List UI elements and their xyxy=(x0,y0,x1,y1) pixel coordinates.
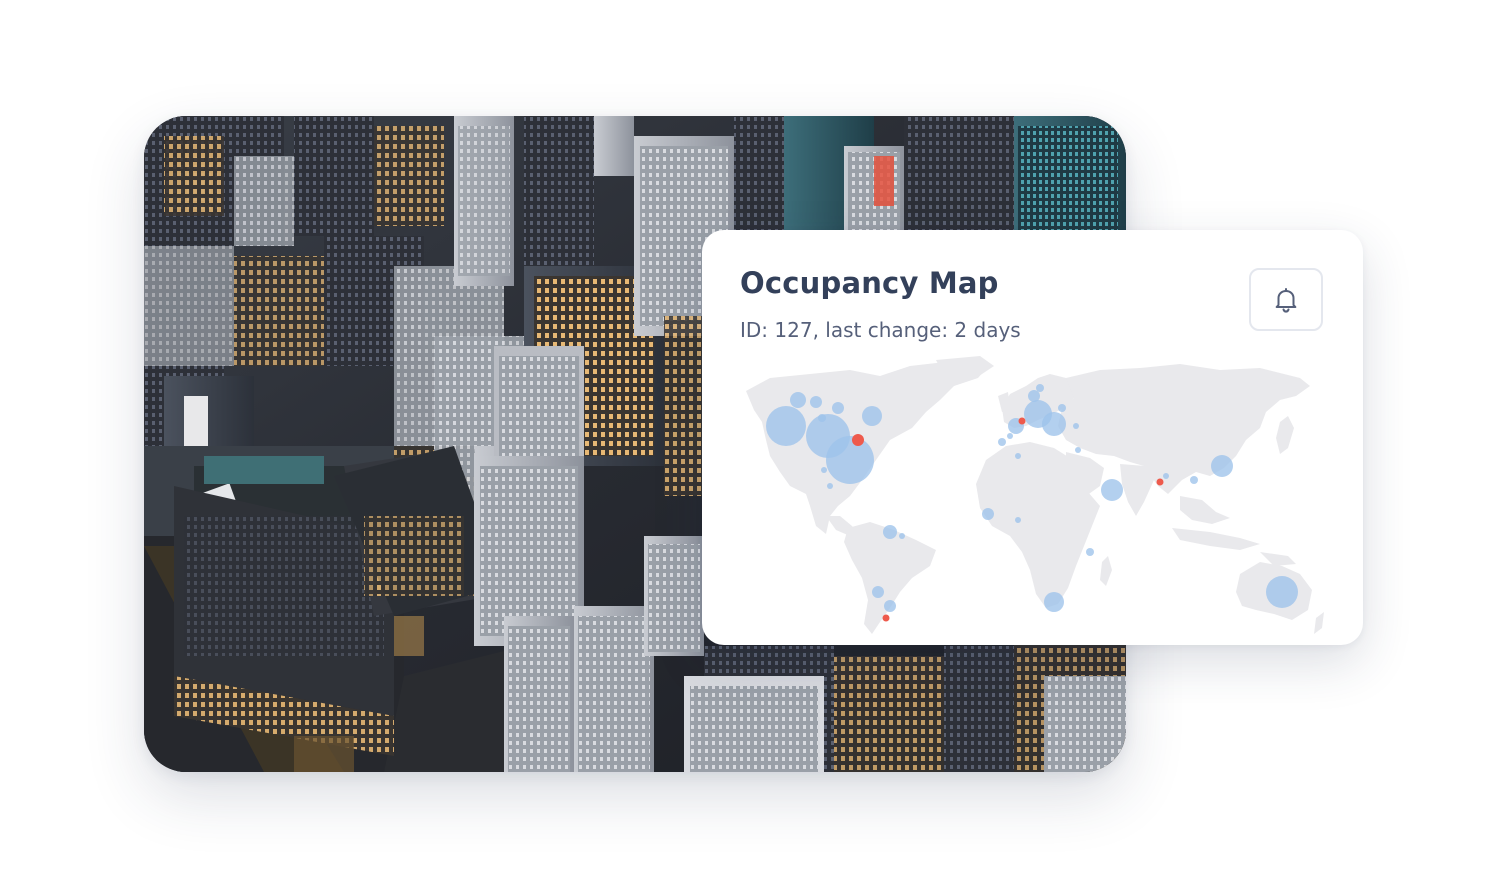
card-subtitle: ID: 127, last change: 2 days xyxy=(740,318,1021,342)
marker[interactable] xyxy=(1266,576,1298,608)
notification-button[interactable] xyxy=(1249,268,1323,331)
marker[interactable] xyxy=(818,414,826,422)
bell-icon xyxy=(1275,287,1297,313)
marker[interactable] xyxy=(1163,473,1169,479)
stage: Occupancy Map ID: 127, last change: 2 da… xyxy=(0,0,1508,888)
landmass-japan xyxy=(1276,416,1294,454)
marker[interactable] xyxy=(1007,433,1013,439)
marker[interactable] xyxy=(884,600,896,612)
marker[interactable] xyxy=(1075,447,1081,453)
marker[interactable] xyxy=(821,467,827,473)
world-map xyxy=(746,356,1324,634)
alert-marker[interactable] xyxy=(882,614,890,622)
marker[interactable] xyxy=(899,533,905,539)
card-title: Occupancy Map xyxy=(740,266,999,300)
marker[interactable] xyxy=(1015,517,1021,523)
marker[interactable] xyxy=(1036,384,1044,392)
marker[interactable] xyxy=(982,508,994,520)
marker[interactable] xyxy=(998,438,1006,446)
occupancy-map-card: Occupancy Map ID: 127, last change: 2 da… xyxy=(702,230,1363,645)
marker[interactable] xyxy=(1190,476,1198,484)
marker[interactable] xyxy=(1015,453,1021,459)
marker[interactable] xyxy=(832,402,844,414)
marker[interactable] xyxy=(826,436,874,484)
landmass-indonesia xyxy=(1172,528,1260,550)
marker[interactable] xyxy=(827,483,833,489)
marker[interactable] xyxy=(1101,479,1123,501)
landmass-new-zealand xyxy=(1314,612,1324,634)
marker[interactable] xyxy=(1028,390,1040,402)
marker[interactable] xyxy=(1211,455,1233,477)
alert-marker[interactable] xyxy=(1156,478,1164,486)
marker[interactable] xyxy=(1073,423,1079,429)
marker[interactable] xyxy=(1044,592,1064,612)
marker[interactable] xyxy=(883,525,897,539)
landmass-india xyxy=(1120,464,1154,516)
marker[interactable] xyxy=(1042,412,1066,436)
alert-marker[interactable] xyxy=(852,434,864,446)
landmass-southeast-asia xyxy=(1180,496,1230,524)
marker[interactable] xyxy=(790,392,806,408)
landmass-madagascar xyxy=(1100,556,1112,586)
alert-marker[interactable] xyxy=(1018,417,1026,425)
marker[interactable] xyxy=(1058,404,1066,412)
marker[interactable] xyxy=(872,586,884,598)
marker[interactable] xyxy=(1086,548,1094,556)
marker[interactable] xyxy=(766,406,806,446)
marker[interactable] xyxy=(810,396,822,408)
marker[interactable] xyxy=(862,406,882,426)
